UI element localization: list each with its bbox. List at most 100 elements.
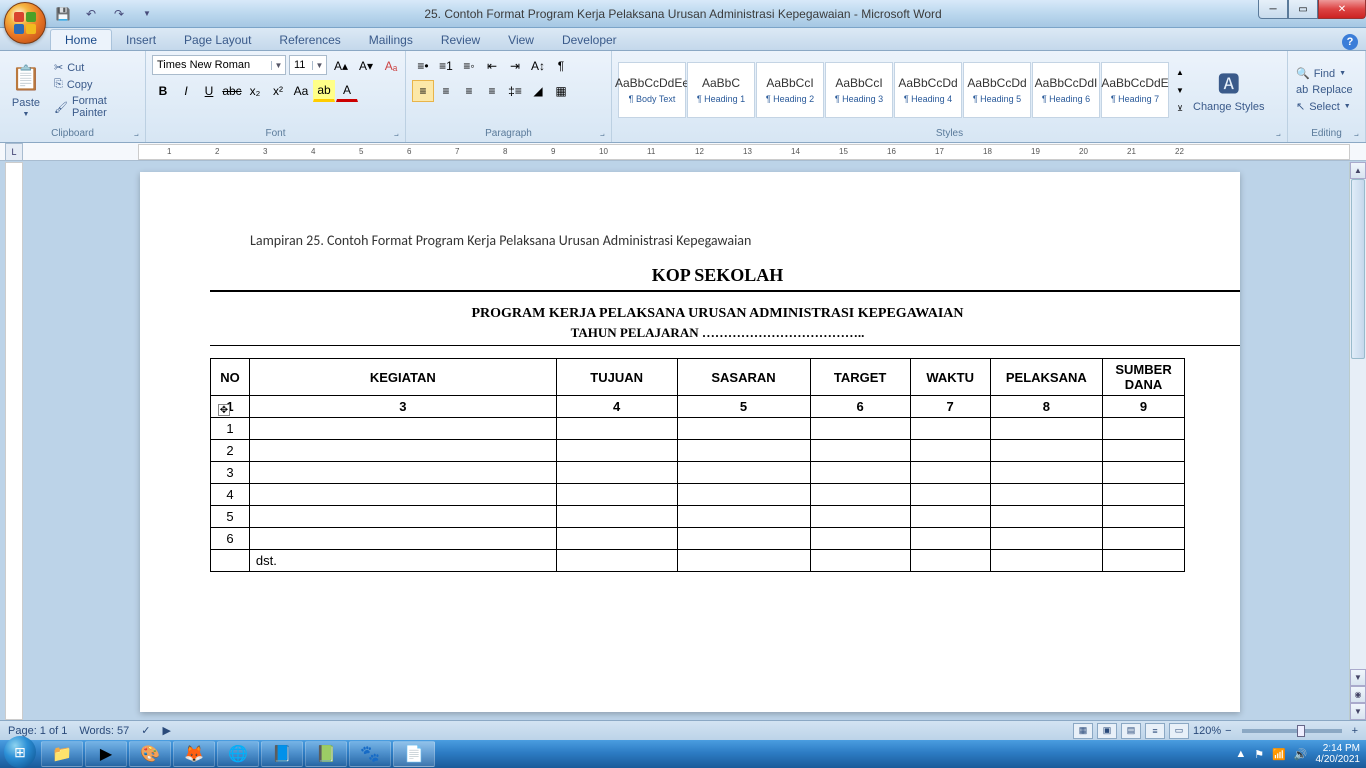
align-left-button[interactable]: ≡: [412, 80, 434, 102]
save-icon[interactable]: 💾: [52, 3, 74, 25]
scroll-up-icon[interactable]: ▲: [1350, 162, 1366, 179]
underline-button[interactable]: U: [198, 80, 220, 102]
tray-up-icon[interactable]: ▲: [1235, 748, 1246, 760]
scrollbar-vertical[interactable]: ▲ ▼ ◉ ▼: [1349, 162, 1366, 720]
scroll-down-icon[interactable]: ▼: [1350, 669, 1366, 686]
help-icon[interactable]: ?: [1342, 34, 1358, 50]
style-up-icon[interactable]: ▲: [1173, 63, 1187, 81]
table-move-handle[interactable]: ✥: [218, 404, 230, 416]
table-cell[interactable]: [677, 462, 810, 484]
tab-insert[interactable]: Insert: [112, 30, 170, 50]
paste-button[interactable]: 📋 Paste ▼: [4, 61, 48, 120]
table-cell[interactable]: [810, 484, 910, 506]
show-marks-button[interactable]: ¶: [550, 55, 572, 77]
style-item[interactable]: AaBbCcDdI¶ Heading 6: [1032, 62, 1100, 118]
qat-dropdown-icon[interactable]: ▼: [136, 3, 158, 25]
grow-font-icon[interactable]: A▴: [330, 55, 352, 77]
task-excel[interactable]: 📗: [305, 741, 347, 767]
table-cell[interactable]: [910, 484, 990, 506]
table-cell[interactable]: [677, 528, 810, 550]
find-button[interactable]: 🔍Find ▼: [1292, 66, 1357, 81]
numbering-button[interactable]: ≡1: [435, 55, 457, 77]
style-item[interactable]: AaBbCcDd¶ Heading 5: [963, 62, 1031, 118]
maximize-button[interactable]: ▭: [1288, 0, 1318, 19]
bullets-button[interactable]: ≡•: [412, 55, 434, 77]
table-cell[interactable]: dst.: [249, 550, 556, 572]
change-case-button[interactable]: Aa: [290, 80, 312, 102]
select-button[interactable]: ↖Select ▼: [1292, 99, 1357, 114]
task-media[interactable]: ▶: [85, 741, 127, 767]
tray-volume-icon[interactable]: 🔊: [1294, 748, 1308, 761]
table-cell[interactable]: [810, 418, 910, 440]
zoom-out-button[interactable]: −: [1225, 725, 1231, 737]
table-cell[interactable]: [677, 418, 810, 440]
table-cell[interactable]: [1103, 462, 1185, 484]
multilevel-button[interactable]: ≡◦: [458, 55, 480, 77]
print-layout-view-icon[interactable]: ▦: [1073, 723, 1093, 739]
style-item[interactable]: AaBbCcI¶ Heading 2: [756, 62, 824, 118]
table-cell[interactable]: [677, 440, 810, 462]
macro-icon[interactable]: ▶: [162, 724, 170, 737]
zoom-level[interactable]: 120%: [1193, 725, 1221, 737]
table-cell[interactable]: [910, 418, 990, 440]
shading-button[interactable]: ◢: [527, 80, 549, 102]
font-size-combo[interactable]: ▼: [289, 55, 327, 75]
table-cell[interactable]: [249, 418, 556, 440]
table-cell[interactable]: [810, 550, 910, 572]
tab-page-layout[interactable]: Page Layout: [170, 30, 265, 50]
format-painter-button[interactable]: 🖌Format Painter: [50, 94, 141, 120]
tab-developer[interactable]: Developer: [548, 30, 631, 50]
highlight-button[interactable]: ab: [313, 80, 335, 102]
ruler-vertical[interactable]: [5, 162, 23, 720]
table-cell[interactable]: [677, 506, 810, 528]
close-button[interactable]: ✕: [1318, 0, 1366, 19]
task-firefox[interactable]: 🦊: [173, 741, 215, 767]
table-cell[interactable]: [910, 506, 990, 528]
tab-view[interactable]: View: [494, 30, 548, 50]
office-button[interactable]: [4, 2, 46, 44]
cut-button[interactable]: ✂Cut: [50, 60, 141, 75]
table-cell[interactable]: [556, 528, 677, 550]
table-cell[interactable]: [556, 462, 677, 484]
ruler-horizontal[interactable]: L 12345678910111213141516171819202122: [0, 143, 1366, 161]
table-cell[interactable]: [1103, 528, 1185, 550]
sort-button[interactable]: A↕: [527, 55, 549, 77]
justify-button[interactable]: ≡: [481, 80, 503, 102]
line-spacing-button[interactable]: ‡≡: [504, 80, 526, 102]
table-cell[interactable]: [810, 528, 910, 550]
table-cell[interactable]: [249, 506, 556, 528]
table-cell[interactable]: [990, 440, 1103, 462]
prev-page-icon[interactable]: ◉: [1350, 686, 1366, 703]
table-cell[interactable]: [556, 550, 677, 572]
subscript-button[interactable]: x₂: [244, 80, 266, 102]
borders-button[interactable]: ▦: [550, 80, 572, 102]
outline-view-icon[interactable]: ≡: [1145, 723, 1165, 739]
table-cell[interactable]: [556, 440, 677, 462]
table-cell[interactable]: [810, 462, 910, 484]
status-page[interactable]: Page: 1 of 1: [8, 725, 67, 737]
table-cell[interactable]: [810, 506, 910, 528]
inc-indent-button[interactable]: ⇥: [504, 55, 526, 77]
table-cell[interactable]: [910, 462, 990, 484]
ruler-corner[interactable]: L: [5, 143, 23, 161]
table-cell[interactable]: [990, 506, 1103, 528]
minimize-button[interactable]: ─: [1258, 0, 1288, 19]
web-layout-view-icon[interactable]: ▤: [1121, 723, 1141, 739]
table-cell[interactable]: [990, 550, 1103, 572]
page[interactable]: Lampiran 25. Contoh Format Program Kerja…: [140, 172, 1240, 712]
task-word[interactable]: 📄: [393, 741, 435, 767]
full-screen-view-icon[interactable]: ▣: [1097, 723, 1117, 739]
draft-view-icon[interactable]: ▭: [1169, 723, 1189, 739]
table-cell[interactable]: [910, 440, 990, 462]
table-cell[interactable]: [810, 440, 910, 462]
task-gom[interactable]: 🐾: [349, 741, 391, 767]
table-cell[interactable]: [990, 418, 1103, 440]
task-app[interactable]: 📘: [261, 741, 303, 767]
clear-format-icon[interactable]: Aₐ: [380, 55, 402, 77]
shrink-font-icon[interactable]: A▾: [355, 55, 377, 77]
dec-indent-button[interactable]: ⇤: [481, 55, 503, 77]
table-cell[interactable]: [249, 484, 556, 506]
table-cell[interactable]: [910, 550, 990, 572]
tray-clock[interactable]: 2:14 PM 4/20/2021: [1316, 743, 1361, 765]
style-item[interactable]: AaBbC¶ Heading 1: [687, 62, 755, 118]
